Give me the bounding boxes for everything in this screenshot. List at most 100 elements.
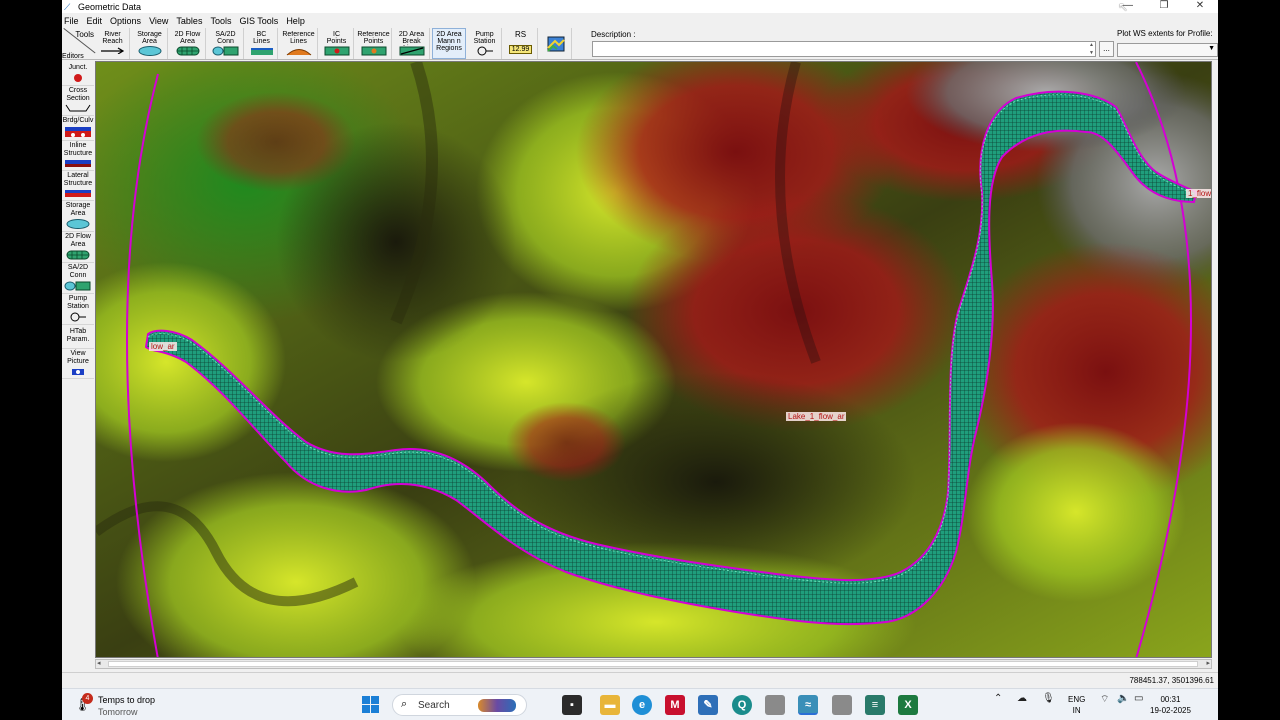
tool-storage-area[interactable]: Storage Area (132, 28, 168, 59)
2d-flow-area-icon (176, 46, 199, 56)
cloud-icon[interactable]: ☁ (1017, 693, 1027, 704)
tool-label: RS (514, 31, 527, 39)
river-reach-icon (100, 47, 124, 54)
battery-icon[interactable]: ▭ (1134, 693, 1143, 704)
title-bar: ⟋ Geometric Data — ❐ ✕ (62, 0, 1218, 13)
bc-lines-icon (250, 48, 273, 55)
chevron-up-icon[interactable]: ⌃ (994, 693, 1002, 704)
microphone-icon[interactable]: 🎙 (1042, 693, 1055, 704)
tool-label: 2D Area Mann n Regions (436, 31, 462, 52)
tool-label: SA/2D Conn (215, 31, 236, 45)
menu-file[interactable]: File (62, 16, 85, 26)
app-gray-icon[interactable] (765, 695, 785, 715)
tool-2d-area-break-lines[interactable]: 2D Area Break Lines (394, 28, 430, 59)
map-layers-icon (546, 36, 565, 52)
tool-river-reach[interactable]: River Reach (96, 28, 130, 59)
scroll-right-icon[interactable]: ▸ (1206, 659, 1210, 667)
editor-inline-structure[interactable]: Inline Structure (62, 141, 94, 171)
scroll-thumb[interactable] (108, 661, 1198, 667)
editor-label: Pump Station (67, 295, 89, 310)
editor-htab-param[interactable]: HTab Param. (62, 325, 94, 349)
drawing-app-icon[interactable]: ✎ (698, 695, 718, 715)
qgis-search-icon[interactable]: Q (732, 695, 752, 715)
rs-value-box: 12.99 (508, 45, 533, 54)
plot-ws-select[interactable]: ▼ (1117, 43, 1218, 57)
tool-bc-lines[interactable]: BC Lines (246, 28, 278, 59)
tool-map-layers[interactable] (540, 28, 572, 59)
search-icon: ⌕ (401, 698, 408, 710)
tool-label: Reference Lines (282, 31, 315, 45)
excel-icon[interactable]: X (898, 695, 918, 715)
menu-help[interactable]: Help (284, 16, 311, 26)
editors-panel: Junct. Cross Section Brdg/Culv Inline St… (62, 63, 94, 443)
description-spinner[interactable]: ▲ ▼ (1087, 41, 1096, 57)
hec-ras-icon[interactable]: ≈ (798, 695, 818, 715)
tool-reference-points[interactable]: Reference Points (356, 28, 392, 59)
weather-badge: 4 (82, 693, 93, 704)
editor-2d-flow-area[interactable]: 2D Flow Area (62, 232, 94, 263)
flow-area-label-center[interactable]: Lake_1_flow_ar (786, 412, 847, 421)
editor-bridge-culvert[interactable]: Brdg/Culv (62, 116, 94, 141)
tool-2d-flow-area[interactable]: 2D Flow Area (170, 28, 206, 59)
terrain-map[interactable] (96, 62, 1212, 658)
editor-pump-station[interactable]: Pump Station (62, 294, 94, 325)
tool-reference-lines[interactable]: Reference Lines (280, 28, 318, 59)
file-explorer-icon[interactable]: ▬ (600, 695, 620, 715)
tool-2d-area-mann-regions[interactable]: 2D Area Mann n Regions (432, 28, 466, 59)
mouse-cursor-icon: ↖ (1118, 0, 1129, 14)
flow-area-label-left[interactable]: low_ar (149, 342, 177, 351)
editor-label: Lateral Structure (63, 172, 93, 187)
tool-sa-2d-conn[interactable]: SA/2D Conn (208, 28, 244, 59)
language-indicator[interactable]: ENG IN (1068, 694, 1085, 716)
editor-sa-2d-conn[interactable]: SA/2D Conn (62, 263, 94, 294)
plot-ws-label: Plot WS extents for Profile: (1117, 29, 1213, 38)
storage-area-icon (138, 46, 161, 56)
volume-icon[interactable]: 🔈 (1117, 693, 1129, 704)
menu-tables[interactable]: Tables (174, 16, 208, 26)
tool-ic-points[interactable]: IC Points (320, 28, 354, 59)
maximize-button[interactable]: ❐ (1146, 0, 1182, 13)
menu-edit[interactable]: Edit (85, 16, 109, 26)
reference-points-icon (361, 46, 386, 56)
editor-junction[interactable]: Junct. (62, 63, 94, 86)
task-view-icon[interactable]: ▪ (562, 695, 582, 715)
tool-pump-station[interactable]: Pump Station (468, 28, 502, 59)
editor-label: View Picture (67, 350, 89, 365)
menu-gis-tools[interactable]: GIS Tools (237, 16, 284, 26)
editor-cross-section[interactable]: Cross Section (62, 86, 94, 116)
inline-structure-icon (65, 160, 91, 167)
app-icon: ⟋ (64, 1, 71, 12)
map-canvas[interactable]: Lake_1_flow_ar 1_flow_ar low_ar (95, 61, 1212, 658)
tool-label: 2D Area Break Lines (398, 31, 425, 46)
editor-label: Inline Structure (63, 142, 93, 157)
menu-view[interactable]: View (147, 16, 174, 26)
wifi-icon[interactable]: ⌔ (1100, 693, 1109, 706)
system-clock[interactable]: 00:31 19-02-2025 (1150, 694, 1191, 716)
menu-tools[interactable]: Tools (208, 16, 237, 26)
editor-view-picture[interactable]: View Picture (62, 349, 94, 379)
reference-lines-icon (286, 49, 311, 56)
tool-rs[interactable]: RS 12.99 (504, 28, 538, 59)
tool-label: Storage Area (137, 31, 162, 45)
flow-area-label-right[interactable]: 1_flow_ar (1186, 189, 1211, 198)
app-gray-icon-2[interactable] (832, 695, 852, 715)
taskbar-search[interactable]: ⌕ Search (392, 694, 527, 716)
start-button[interactable] (362, 696, 380, 714)
layers-app-icon[interactable]: ≡ (865, 695, 885, 715)
editor-label: HTab Param. (66, 328, 90, 343)
close-button[interactable]: ✕ (1182, 0, 1218, 13)
description-input[interactable] (592, 41, 1096, 57)
menu-options[interactable]: Options (108, 16, 147, 26)
horizontal-scrollbar[interactable]: ◂ ▸ (95, 659, 1212, 669)
scroll-left-icon[interactable]: ◂ (97, 659, 101, 667)
weather-title: Temps to drop (98, 695, 156, 705)
editor-storage-area[interactable]: Storage Area (62, 201, 94, 232)
editor-lateral-structure[interactable]: Lateral Structure (62, 171, 94, 201)
camera-icon (72, 369, 84, 375)
mcafee-icon[interactable]: M (665, 695, 685, 715)
description-browse-button[interactable]: ... (1099, 41, 1114, 57)
editor-label: SA/2D Conn (67, 264, 89, 279)
status-bar: 788451.37, 3501396.61 (62, 672, 1218, 688)
storage-area-icon (66, 219, 90, 229)
edge-browser-icon[interactable]: e (632, 695, 652, 715)
